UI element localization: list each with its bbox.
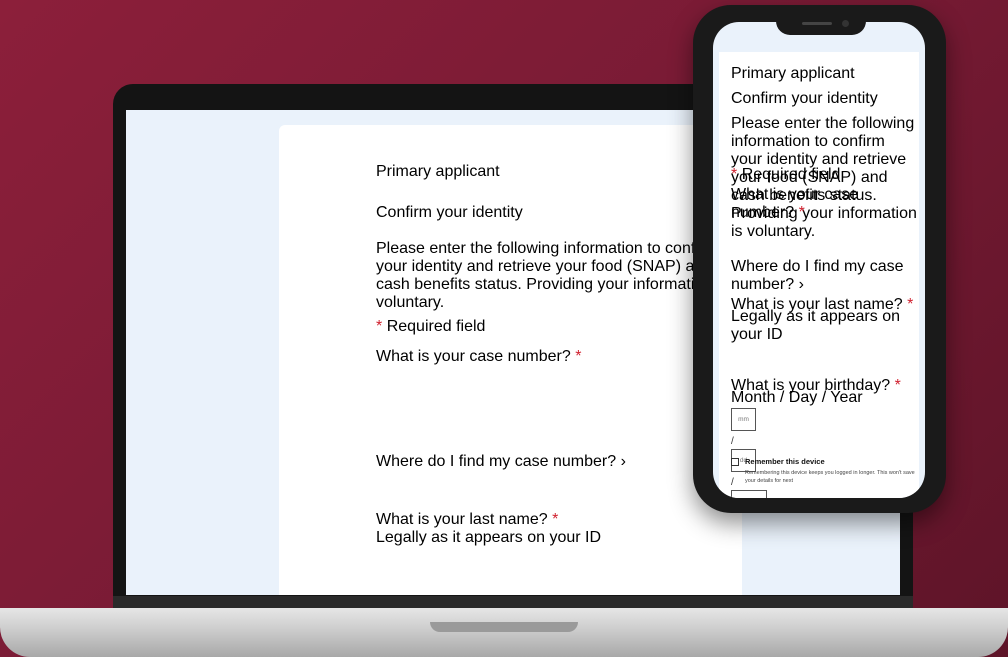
case-number-label-text: What is your case number?	[376, 348, 571, 365]
phone-screen: Primary applicant Confirm your identity …	[713, 22, 925, 498]
last-name-label-text: What is your last name?	[376, 511, 548, 528]
section-eyebrow: Primary applicant	[376, 163, 500, 180]
mobile-required-note-label: Required field	[741, 166, 841, 183]
required-note-label: Required field	[386, 318, 486, 335]
birth-year-input[interactable]: yyyy	[731, 490, 767, 498]
case-number-help-button[interactable]: Where do I find my case number? ›	[376, 453, 742, 471]
mobile-case-number-label-text: What is your case number?	[731, 186, 859, 221]
mobile-page-title: Confirm your identity	[731, 90, 878, 107]
date-separator: /	[731, 436, 734, 447]
required-star: *	[575, 348, 582, 365]
remember-device-description: Remembering this device keeps you logged…	[745, 470, 915, 484]
intro-text: Please enter the following information t…	[376, 240, 729, 311]
last-name-hint: Legally as it appears on your ID	[376, 529, 602, 546]
chevron-right-icon: ›	[620, 453, 626, 470]
required-star: *	[798, 204, 805, 221]
remember-device-checkbox[interactable]	[731, 457, 739, 466]
last-name-label: What is your last name? *	[376, 511, 742, 529]
mobile-form-card: Primary applicant Confirm your identity …	[719, 52, 919, 498]
required-star: *	[552, 511, 559, 528]
mobile-required-note: * Required field	[731, 166, 840, 184]
mobile-case-number-label: What is your case number? *	[731, 186, 919, 222]
case-number-label: What is your case number? *	[376, 348, 742, 366]
page-title: Confirm your identity	[376, 204, 523, 221]
phone-notch	[776, 17, 866, 35]
phone-speaker	[802, 22, 832, 25]
form-card: Primary applicant Confirm your identity …	[279, 125, 742, 595]
mobile-case-number-help-button[interactable]: Where do I find my case number? ›	[731, 258, 919, 294]
remember-device-panel: Remember this device Remembering this de…	[731, 457, 919, 485]
mobile-case-number-help-label: Where do I find my case number?	[731, 258, 904, 293]
phone-camera	[842, 20, 849, 27]
required-note: * Required field	[376, 318, 742, 336]
mobile-birthday-hint: Month / Day / Year	[731, 389, 863, 406]
remember-device-title: Remember this device	[745, 457, 825, 466]
chevron-right-icon: ›	[798, 276, 804, 293]
birth-month-input[interactable]: mm	[731, 408, 756, 431]
case-number-help-label: Where do I find my case number?	[376, 453, 617, 470]
mobile-last-name-hint: Legally as it appears on your ID	[731, 308, 900, 343]
required-star: *	[376, 318, 383, 335]
mobile-section-eyebrow: Primary applicant	[731, 65, 855, 82]
laptop-base	[0, 608, 1008, 657]
required-star: *	[731, 166, 738, 183]
laptop-trackpad-notch	[430, 622, 578, 632]
required-star: *	[894, 377, 901, 394]
remember-device-row[interactable]: Remember this device	[731, 457, 919, 466]
